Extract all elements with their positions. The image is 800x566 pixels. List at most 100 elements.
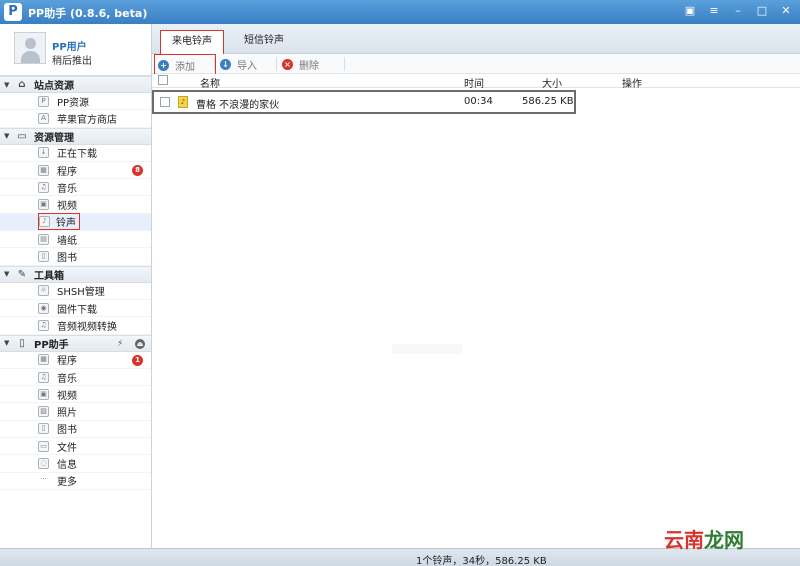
- row-checkbox[interactable]: [160, 97, 170, 107]
- close-icon[interactable]: ✕: [778, 4, 794, 18]
- book-icon: ▯: [38, 423, 49, 435]
- count-badge: 1: [132, 354, 143, 366]
- sidebar-item-label: PP资源: [57, 97, 90, 109]
- collapse-arrow-icon: ▼: [4, 339, 10, 348]
- import-button[interactable]: ↓ 导入: [220, 56, 257, 72]
- sidebar-item-label: 视频: [57, 201, 77, 213]
- column-size[interactable]: 大小: [542, 75, 562, 90]
- select-all-checkbox[interactable]: [158, 75, 168, 85]
- ringtone-icon: ♪: [39, 216, 50, 228]
- sidebar-item-device-books[interactable]: ▯ 图书: [0, 421, 151, 439]
- skin-icon[interactable]: ▣: [682, 4, 698, 18]
- sidebar-item-device-messages[interactable]: ◌ 信息: [0, 455, 151, 473]
- import-label: 导入: [237, 60, 257, 72]
- more-icon: ···: [40, 475, 47, 484]
- user-box: PP用户 稍后推出: [0, 24, 151, 76]
- sidebar-item-books[interactable]: ▯ 图书: [0, 248, 151, 266]
- toolbar-divider: [214, 57, 215, 71]
- column-time[interactable]: 时间: [464, 75, 484, 90]
- sidebar-item-apple-store[interactable]: A 苹果官方商店: [0, 110, 151, 128]
- section-title: PP助手: [34, 339, 69, 351]
- row-size: 586.25 KB: [522, 96, 574, 107]
- section-title: 资源管理: [34, 132, 74, 144]
- table-row[interactable]: ♪ 曹格 不浪漫的家伙 00:34 586.25 KB: [152, 90, 576, 114]
- sidebar-item-device-more[interactable]: ··· 更多: [0, 473, 151, 490]
- selected-highlight: ♪ 铃声: [38, 213, 80, 231]
- sidebar-item-convert[interactable]: ♫ 音频视频转换: [0, 317, 151, 335]
- sidebar-item-device-video[interactable]: ▣ 视频: [0, 386, 151, 404]
- apps-icon: ▦: [38, 164, 49, 176]
- sidebar-item-device-files[interactable]: ▭ 文件: [0, 438, 151, 456]
- app-logo-icon: P: [4, 3, 22, 21]
- monitor-icon: ▭: [17, 130, 27, 142]
- appstore-icon: A: [38, 112, 49, 124]
- sidebar-item-pp-resources[interactable]: P PP资源: [0, 93, 151, 111]
- sidebar-item-video[interactable]: ▣ 视频: [0, 196, 151, 214]
- section-header-toolbox[interactable]: ▼ ✎ 工具箱: [0, 265, 151, 283]
- sidebar-item-device-photos[interactable]: ▨ 照片: [0, 403, 151, 421]
- menu-icon[interactable]: ≡: [706, 4, 722, 18]
- sidebar-item-music[interactable]: ♫ 音乐: [0, 179, 151, 197]
- main-panel: 来电铃声 短信铃声 + 添加 ↓ 导入 × 删除 名称 时间 大小 操作 ♪ 曹…: [152, 24, 800, 548]
- window-title: PP助手 (0.8.6, beta): [28, 7, 148, 20]
- section-title: 工具箱: [34, 270, 64, 282]
- sidebar-item-label: 铃声: [56, 218, 76, 230]
- eject-icon[interactable]: ⏏: [135, 338, 145, 349]
- tab-incoming-ringtones[interactable]: 来电铃声: [160, 30, 224, 54]
- sidebar-item-ringtones[interactable]: ♪ 铃声: [0, 213, 151, 232]
- download-icon: ↓: [38, 147, 49, 159]
- collapse-arrow-icon: ▼: [4, 80, 10, 89]
- delete-label: 删除: [299, 60, 319, 72]
- column-action: 操作: [622, 79, 642, 90]
- sidebar-item-wallpaper[interactable]: ▤ 墙纸: [0, 231, 151, 249]
- video-icon: ▣: [38, 199, 49, 211]
- sidebar-item-firmware[interactable]: ◉ 固件下载: [0, 300, 151, 318]
- plus-icon: +: [158, 59, 169, 71]
- sidebar-item-label: 墙纸: [57, 235, 77, 247]
- sidebar-item-label: 程序: [57, 166, 77, 178]
- column-name[interactable]: 名称: [200, 75, 220, 90]
- charging-icon[interactable]: ⚡: [117, 339, 129, 349]
- toolbox-icon: ✎: [17, 268, 27, 280]
- avatar[interactable]: [14, 32, 46, 64]
- status-text: 1个铃声，34秒，586.25 KB: [416, 556, 547, 566]
- tab-sms-ringtones[interactable]: 短信铃声: [236, 30, 292, 54]
- delete-button[interactable]: × 删除: [282, 56, 319, 72]
- book-icon: ▯: [38, 251, 49, 263]
- sidebar-item-label: 更多: [57, 477, 77, 489]
- toolbar: + 添加 ↓ 导入 × 删除: [152, 54, 800, 76]
- empty-area: [392, 344, 462, 354]
- sidebar-item-label: SHSH管理: [57, 287, 105, 299]
- window-controls: ▣ ≡ – □ ✕: [682, 4, 794, 18]
- sidebar-item-device-music[interactable]: ♫ 音乐: [0, 369, 151, 387]
- sidebar-item-label: 正在下载: [57, 149, 97, 161]
- sidebar-item-apps[interactable]: ▦ 程序 8: [0, 162, 151, 180]
- section-header-resource-management[interactable]: ▼ ▭ 资源管理: [0, 127, 151, 145]
- user-name[interactable]: PP用户: [52, 38, 87, 53]
- home-icon: ⌂: [18, 79, 26, 90]
- sidebar-item-shsh[interactable]: ☼ SHSH管理: [0, 283, 151, 300]
- sidebar-item-downloading[interactable]: ↓ 正在下载: [0, 145, 151, 162]
- message-icon: ◌: [38, 457, 49, 469]
- sidebar: PP用户 稍后推出 ▼ ⌂ 站点资源 P PP资源 A 苹果官方商店 ▼ ▭ 资…: [0, 24, 152, 548]
- section-header-pp-assistant[interactable]: ▼ ▯ PP助手 ⚡ ⏏: [0, 334, 151, 352]
- section-actions: ⚡ ⏏: [117, 338, 145, 349]
- sidebar-item-label: 图书: [57, 425, 77, 437]
- minimize-icon[interactable]: –: [730, 4, 746, 18]
- import-icon: ↓: [220, 58, 231, 70]
- watermark-part1: 云南: [664, 528, 704, 552]
- music-icon: ♫: [38, 181, 49, 193]
- phone-icon: ▯: [19, 337, 25, 349]
- section-header-site-resources[interactable]: ▼ ⌂ 站点资源: [0, 76, 151, 93]
- maximize-icon[interactable]: □: [754, 4, 770, 18]
- user-subtitle: 稍后推出: [52, 56, 92, 67]
- add-button[interactable]: + 添加: [154, 54, 216, 76]
- sidebar-item-label: 视频: [57, 390, 77, 402]
- toolbar-divider: [276, 57, 277, 71]
- sidebar-item-device-apps[interactable]: ▦ 程序 1: [0, 352, 151, 369]
- sidebar-item-label: 文件: [57, 442, 77, 454]
- watermark-part2: 龙网: [704, 528, 744, 552]
- sidebar-item-label: 图书: [57, 253, 77, 265]
- tab-bar: 来电铃声 短信铃声: [152, 24, 800, 54]
- file-icon: ▭: [38, 440, 49, 452]
